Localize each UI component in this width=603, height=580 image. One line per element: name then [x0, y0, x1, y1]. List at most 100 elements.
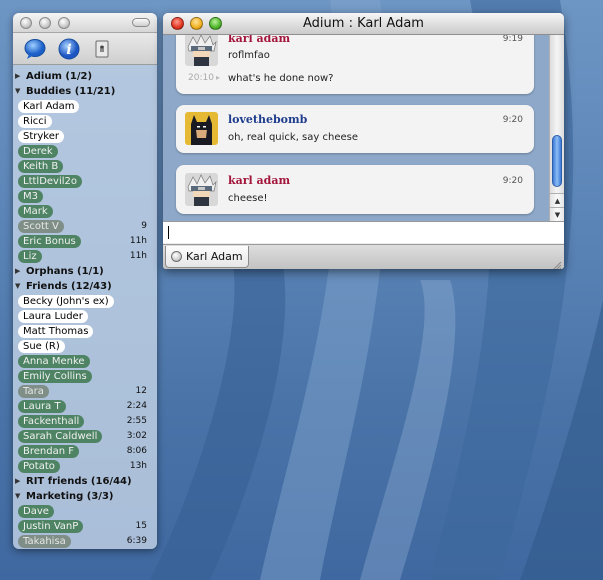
contact-name[interactable]: Derek [18, 145, 58, 158]
message-time: 9:20 [502, 115, 523, 125]
contact-row[interactable]: Potato 13h [13, 459, 157, 474]
disclosure-collapsed-icon[interactable]: ▶ [15, 264, 24, 279]
group-header[interactable]: ▶ Orphans (1/1) [13, 264, 157, 279]
group-header[interactable]: ▶ RIT friends (16/44) [13, 474, 157, 489]
contact-name[interactable]: Emily Collins [18, 370, 92, 383]
contact-name[interactable]: Tara [18, 385, 49, 398]
scroll-down-arrow-icon[interactable]: ▼ [550, 207, 564, 221]
contact-row[interactable]: Laura Luder [13, 309, 157, 324]
message-bubble: karl adam 9:20 cheese! [176, 165, 534, 214]
contact-row[interactable]: Derek [13, 144, 157, 159]
minimize-button[interactable] [39, 17, 51, 29]
zoom-button[interactable] [58, 17, 70, 29]
contact-name[interactable]: Scott V [18, 220, 64, 233]
contact-name[interactable]: Dave [18, 505, 54, 518]
contact-row[interactable]: M3 [13, 189, 157, 204]
group-header[interactable]: ▼ Marketing (3/3) [13, 489, 157, 504]
contact-row[interactable]: Emily Collins [13, 369, 157, 384]
contact-row[interactable]: Sarah Caldwell 3:02 [13, 429, 157, 444]
contact-name[interactable]: Takahisa [18, 535, 71, 548]
contact-name[interactable]: Justin VanP [18, 520, 84, 533]
disclosure-collapsed-icon[interactable]: ▶ [15, 69, 24, 84]
contact-name[interactable]: Matt Thomas [18, 325, 94, 338]
message-transcript[interactable]: karl adam 9:19 roflmfao 20:10 ▸ what's h… [163, 35, 549, 221]
disclosure-expanded-icon[interactable]: ▼ [15, 84, 24, 99]
contact-name[interactable]: M3 [18, 190, 43, 203]
contact-row[interactable]: Stryker [13, 129, 157, 144]
contact-row[interactable]: Sue (R) [13, 339, 157, 354]
contact-name[interactable]: Mark [18, 205, 53, 218]
info-icon[interactable]: i [58, 38, 80, 60]
chat-window: Adium : Karl Adam karl adam 9:19 roflmfa… [163, 13, 564, 269]
contact-row[interactable]: Liz 11h [13, 249, 157, 264]
contact-row[interactable]: Anna Menke [13, 354, 157, 369]
contact-name[interactable]: LttlDevil2o [18, 175, 82, 188]
contact-row[interactable]: Fackenthall 2:55 [13, 414, 157, 429]
contact-name[interactable]: Potato [18, 460, 60, 473]
group-header[interactable]: ▼ Friends (12/43) [13, 279, 157, 294]
message-text: oh, real quick, say cheese [228, 132, 358, 143]
contact-row[interactable]: Eric Bonus 11h [13, 234, 157, 249]
contact-name[interactable]: Ricci [18, 115, 52, 128]
contact-row[interactable]: Mark [13, 204, 157, 219]
batman-avatar [185, 112, 218, 145]
contact-list-window: i ▶ Adium (1/2) ▼ Buddies (11/21) Karl Adam R… [13, 13, 157, 549]
contact-name[interactable]: Sue (R) [18, 340, 65, 353]
contact-row[interactable]: Tara 12 [13, 384, 157, 399]
minimize-button[interactable] [190, 17, 203, 30]
contact-name[interactable]: Laura Luder [18, 310, 88, 323]
contact-row[interactable]: Ricci [13, 114, 157, 129]
scroll-thumb[interactable] [552, 135, 562, 187]
contact-row[interactable]: Dave [13, 504, 157, 519]
contact-row[interactable]: LttlDevil2o [13, 174, 157, 189]
contact-row[interactable]: Justin VanP 15 [13, 519, 157, 534]
lock-icon[interactable] [91, 38, 113, 60]
disclosure-collapsed-icon[interactable]: ▶ [15, 474, 24, 489]
contact-name[interactable]: Karl Adam [18, 100, 80, 113]
group-label: Buddies (11/21) [26, 86, 116, 97]
idle-time: 2:55 [126, 416, 147, 426]
contact-name[interactable]: Sarah Caldwell [18, 430, 103, 443]
group-label: Friends (12/43) [26, 281, 112, 292]
contact-name[interactable]: Fackenthall [18, 415, 85, 428]
contact-name[interactable]: Laura T [18, 400, 66, 413]
message-text: cheese! [228, 193, 268, 204]
contact-name[interactable]: Stryker [18, 130, 64, 143]
chat-titlebar[interactable]: Adium : Karl Adam [163, 13, 564, 35]
contact-row[interactable]: Matt Thomas [13, 324, 157, 339]
message-time: 9:20 [502, 176, 523, 186]
contact-name[interactable]: Liz [18, 250, 42, 263]
zoom-button[interactable] [209, 17, 222, 30]
group-label: Adium (1/2) [26, 71, 93, 82]
contact-name[interactable]: Brendan F [18, 445, 79, 458]
contact-list-titlebar[interactable] [13, 13, 157, 33]
idle-time: 11h [129, 236, 147, 246]
group-header[interactable]: ▼ Buddies (11/21) [13, 84, 157, 99]
contact-name[interactable]: Becky (John's ex) [18, 295, 114, 308]
message-bubble: lovethebomb 9:20 oh, real quick, say che… [176, 105, 534, 153]
contact-name[interactable]: Keith B [18, 160, 64, 173]
resize-grip-icon[interactable] [551, 256, 562, 269]
idle-time: 11h [129, 251, 147, 261]
contact-name[interactable]: Eric Bonus [18, 235, 81, 248]
contact-row[interactable]: Becky (John's ex) [13, 294, 157, 309]
message-input[interactable] [163, 221, 564, 243]
contact-row[interactable]: Karl Adam [13, 99, 157, 114]
disclosure-expanded-icon[interactable]: ▼ [15, 489, 24, 504]
toolbar-toggle-button[interactable] [132, 18, 150, 27]
scroll-up-arrow-icon[interactable]: ▲ [550, 193, 564, 207]
close-button[interactable] [20, 17, 32, 29]
contact-row[interactable]: Brendan F 8:06 [13, 444, 157, 459]
contact-name[interactable]: Anna Menke [18, 355, 90, 368]
close-button[interactable] [171, 17, 184, 30]
disclosure-expanded-icon[interactable]: ▼ [15, 279, 24, 294]
contact-row[interactable]: Keith B [13, 159, 157, 174]
tab-karl-adam[interactable]: Karl Adam [165, 246, 249, 268]
contact-row[interactable]: Scott V 9 [13, 219, 157, 234]
contact-row[interactable]: Takahisa 6:39 [13, 534, 157, 549]
contact-row[interactable]: Laura T 2:24 [13, 399, 157, 414]
group-header[interactable]: ▶ Adium (1/2) [13, 69, 157, 84]
idle-time: 6:39 [126, 536, 147, 546]
transcript-scrollbar[interactable]: ▲ ▼ [549, 35, 564, 221]
speech-bubble-icon[interactable] [24, 38, 46, 60]
